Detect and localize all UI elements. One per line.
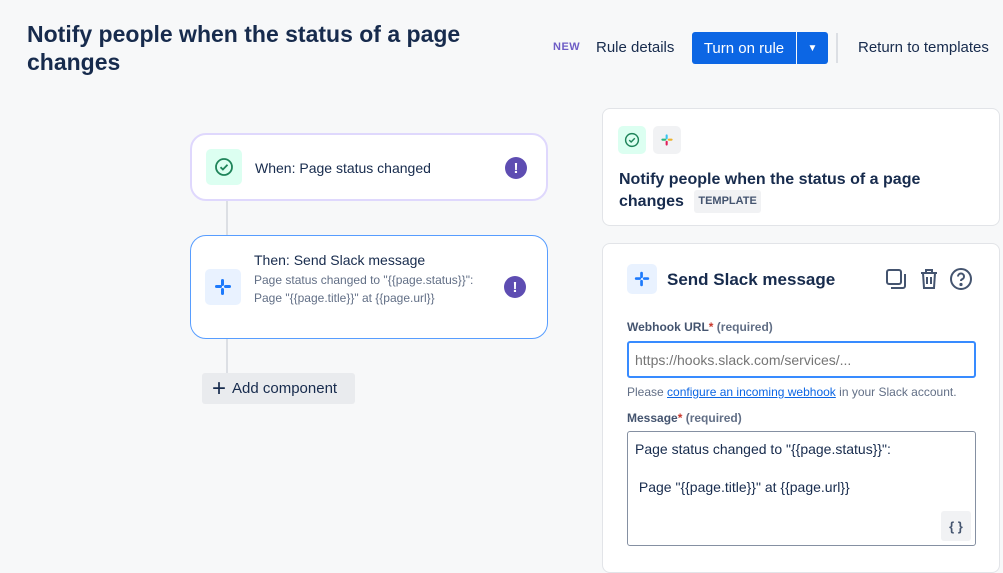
message-value: Page status changed to "{{page.status}}"…	[635, 441, 891, 495]
rule-details-link[interactable]: Rule details	[596, 39, 674, 56]
return-to-templates-link[interactable]: Return to templates	[858, 39, 989, 56]
action-description: Page status changed to "{{page.status}}"…	[254, 273, 474, 305]
turn-on-rule-button[interactable]: Turn on rule	[692, 32, 796, 64]
help-text: Please	[627, 385, 668, 399]
trigger-label: When: Page status changed	[255, 160, 431, 176]
template-summary-card: Notify people when the status of a page …	[602, 108, 1000, 226]
duplicate-icon[interactable]	[883, 266, 909, 292]
smart-values-button[interactable]: { }	[941, 511, 971, 541]
required-note: (required)	[685, 411, 742, 425]
webhook-label: Webhook URL	[627, 320, 709, 334]
template-badge: TEMPLATE	[694, 190, 761, 213]
help-text: in your Slack account.	[835, 385, 957, 399]
check-circle-icon	[206, 149, 242, 185]
trigger-card[interactable]: When: Page status changed !	[190, 133, 548, 201]
help-icon[interactable]	[948, 266, 974, 292]
template-title: Notify people when the status of a page …	[619, 171, 921, 210]
message-label: Message	[627, 411, 678, 425]
action-card[interactable]: Then: Send Slack message Page status cha…	[190, 235, 548, 339]
slack-icon	[653, 126, 681, 154]
plus-icon: +	[212, 374, 227, 402]
editor-title: Send Slack message	[667, 270, 836, 289]
trash-icon[interactable]	[916, 266, 942, 292]
new-badge: NEW	[553, 41, 581, 53]
configure-webhook-link[interactable]: configure an incoming webhook	[667, 385, 836, 399]
slack-icon	[205, 269, 241, 305]
warning-icon: !	[504, 276, 526, 298]
page-title: Notify people when the status of a page …	[27, 21, 461, 75]
webhook-url-input[interactable]	[627, 341, 976, 378]
warning-icon: !	[505, 157, 527, 179]
turn-on-dropdown-button[interactable]: ▼	[797, 32, 828, 64]
message-textarea[interactable]: Page status changed to "{{page.status}}"…	[627, 431, 976, 546]
action-editor-panel: Send Slack message Webhook URL* (require…	[602, 243, 1000, 573]
check-circle-icon	[618, 126, 646, 154]
add-component-label: Add component	[232, 380, 338, 397]
required-note: (required)	[716, 320, 773, 334]
divider	[836, 33, 838, 63]
chevron-down-icon: ▼	[807, 42, 818, 54]
action-label: Then: Send Slack message	[254, 252, 426, 268]
connector	[226, 201, 228, 235]
slack-icon	[627, 264, 657, 294]
add-component-button[interactable]: + Add component	[202, 373, 355, 404]
